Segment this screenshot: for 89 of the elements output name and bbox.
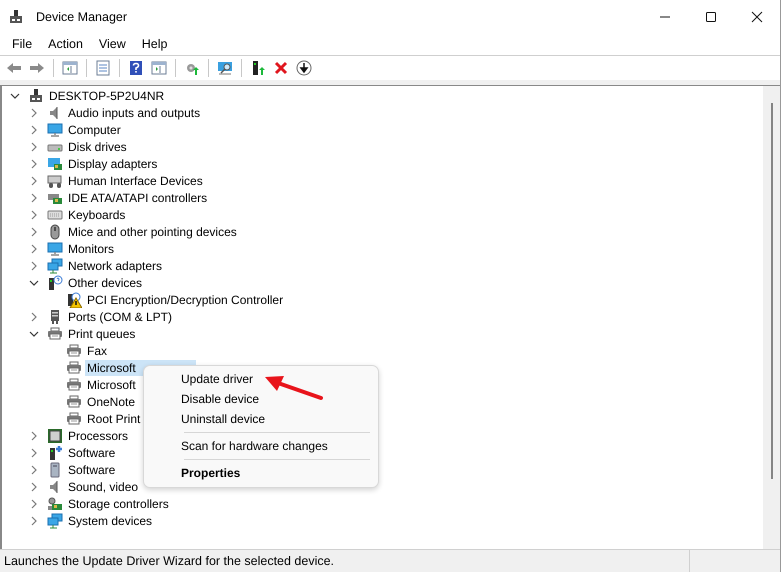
- tree-item[interactable]: Ports (COM & LPT): [66, 308, 174, 324]
- expand-chevron-icon[interactable]: [29, 226, 39, 236]
- expand-chevron-icon[interactable]: [29, 192, 39, 202]
- tree-item[interactable]: OneNote: [85, 394, 138, 410]
- tree-item[interactable]: Print queues: [66, 326, 138, 342]
- expand-chevron-icon[interactable]: [29, 142, 39, 152]
- tree-item[interactable]: Keyboards: [66, 206, 128, 222]
- keyboard-mouse-icon: [47, 172, 63, 188]
- warning-device-icon: [66, 292, 82, 308]
- expand-chevron-icon[interactable]: [29, 260, 39, 270]
- tree-item[interactable]: PCI Encryption/Decryption Controller: [85, 292, 286, 308]
- collapse-chevron-icon[interactable]: [29, 278, 39, 288]
- properties-icon[interactable]: [95, 60, 111, 76]
- tree-item[interactable]: Display adapters: [66, 156, 160, 172]
- tree-item[interactable]: Disk drives: [66, 138, 129, 154]
- download-icon[interactable]: [296, 60, 312, 76]
- tree-item[interactable]: IDE ATA/ATAPI controllers: [66, 190, 210, 206]
- expand-chevron-icon[interactable]: [29, 312, 39, 322]
- expand-chevron-icon[interactable]: [29, 210, 39, 220]
- status-text: Launches the Update Driver Wizard for the selected device.: [4, 554, 336, 568]
- expand-chevron-icon[interactable]: [29, 244, 39, 254]
- tree-item[interactable]: Computer: [66, 122, 123, 138]
- tree-item[interactable]: Storage controllers: [66, 496, 171, 512]
- tree-item[interactable]: Network adapters: [66, 258, 164, 274]
- back-icon[interactable]: [6, 60, 22, 76]
- tree-item[interactable]: Software: [66, 462, 118, 478]
- device-update-icon[interactable]: [250, 60, 266, 76]
- monitor-search-icon[interactable]: [217, 60, 233, 76]
- menu-item[interactable]: File: [5, 35, 40, 53]
- tree-item[interactable]: Software: [66, 444, 118, 460]
- close-icon[interactable]: [273, 60, 289, 76]
- menu-item[interactable]: Uninstall device: [144, 409, 378, 429]
- tree-item[interactable]: System devices: [66, 512, 154, 528]
- monitor-icon: [47, 122, 63, 138]
- window-title: Device Manager: [36, 10, 128, 24]
- menu-item[interactable]: Action: [41, 35, 90, 53]
- tree-item[interactable]: Processors: [66, 428, 130, 444]
- tree-item[interactable]: Mice and other pointing devices: [66, 224, 239, 240]
- tree-item[interactable]: Other devices: [66, 274, 144, 290]
- network-icon: [47, 258, 63, 274]
- scrollbar-thumb[interactable]: [770, 103, 772, 479]
- tree-item[interactable]: Root Print: [85, 410, 142, 426]
- expand-chevron-icon[interactable]: [29, 124, 39, 134]
- printer-icon: [66, 394, 82, 410]
- unknown-device-icon: [47, 274, 63, 290]
- expand-chevron-icon[interactable]: [29, 482, 39, 492]
- collapse-chevron-icon[interactable]: [29, 328, 39, 338]
- computer-icon: [28, 88, 44, 104]
- collapse-chevron-icon[interactable]: [10, 90, 20, 100]
- help-icon[interactable]: [128, 60, 144, 76]
- expand-chevron-icon[interactable]: [29, 498, 39, 508]
- expand-chevron-icon[interactable]: [29, 108, 39, 118]
- annotation-arrow: [264, 375, 324, 401]
- tree-item[interactable]: Fax: [85, 342, 110, 358]
- menu-item[interactable]: Scan for hardware changes: [144, 436, 378, 456]
- printer-icon: [66, 360, 82, 376]
- expand-chevron-icon[interactable]: [29, 158, 39, 168]
- app-icon: [8, 8, 24, 24]
- storage-controller-icon: [47, 496, 63, 512]
- menu-item[interactable]: Disable device: [144, 389, 378, 409]
- printer-icon: [66, 376, 82, 392]
- pane-icon[interactable]: [151, 60, 167, 76]
- pane-icon[interactable]: [62, 60, 78, 76]
- expand-chevron-icon[interactable]: [29, 176, 39, 186]
- processor-icon: [47, 428, 63, 444]
- tree-item[interactable]: Microsoft: [85, 376, 138, 392]
- printer-icon: [47, 326, 63, 342]
- software-component-icon: [47, 444, 63, 460]
- tree-item[interactable]: Human Interface Devices: [66, 172, 205, 188]
- tree-item[interactable]: Audio inputs and outputs: [66, 104, 202, 120]
- maximize-icon: [705, 10, 717, 22]
- menu-item[interactable]: Help: [134, 35, 174, 53]
- display-adapter-icon: [47, 156, 63, 172]
- tree-item[interactable]: DESKTOP-5P2U4NR: [47, 88, 166, 104]
- printer-icon: [66, 410, 82, 426]
- menu-item[interactable]: View: [92, 35, 133, 53]
- expand-chevron-icon[interactable]: [29, 464, 39, 474]
- printer-icon: [66, 342, 82, 358]
- expand-chevron-icon[interactable]: [29, 516, 39, 526]
- network-icon: [47, 512, 63, 528]
- forward-icon[interactable]: [29, 60, 45, 76]
- close-icon: [751, 10, 763, 22]
- expand-chevron-icon[interactable]: [29, 448, 39, 458]
- tree-item[interactable]: Sound, video: [66, 478, 140, 494]
- scrollbar[interactable]: [763, 86, 780, 549]
- expand-chevron-icon[interactable]: [29, 430, 39, 440]
- menu-item[interactable]: Properties: [144, 463, 378, 483]
- monitor-icon: [47, 240, 63, 256]
- tree-item[interactable]: Monitors: [66, 240, 116, 256]
